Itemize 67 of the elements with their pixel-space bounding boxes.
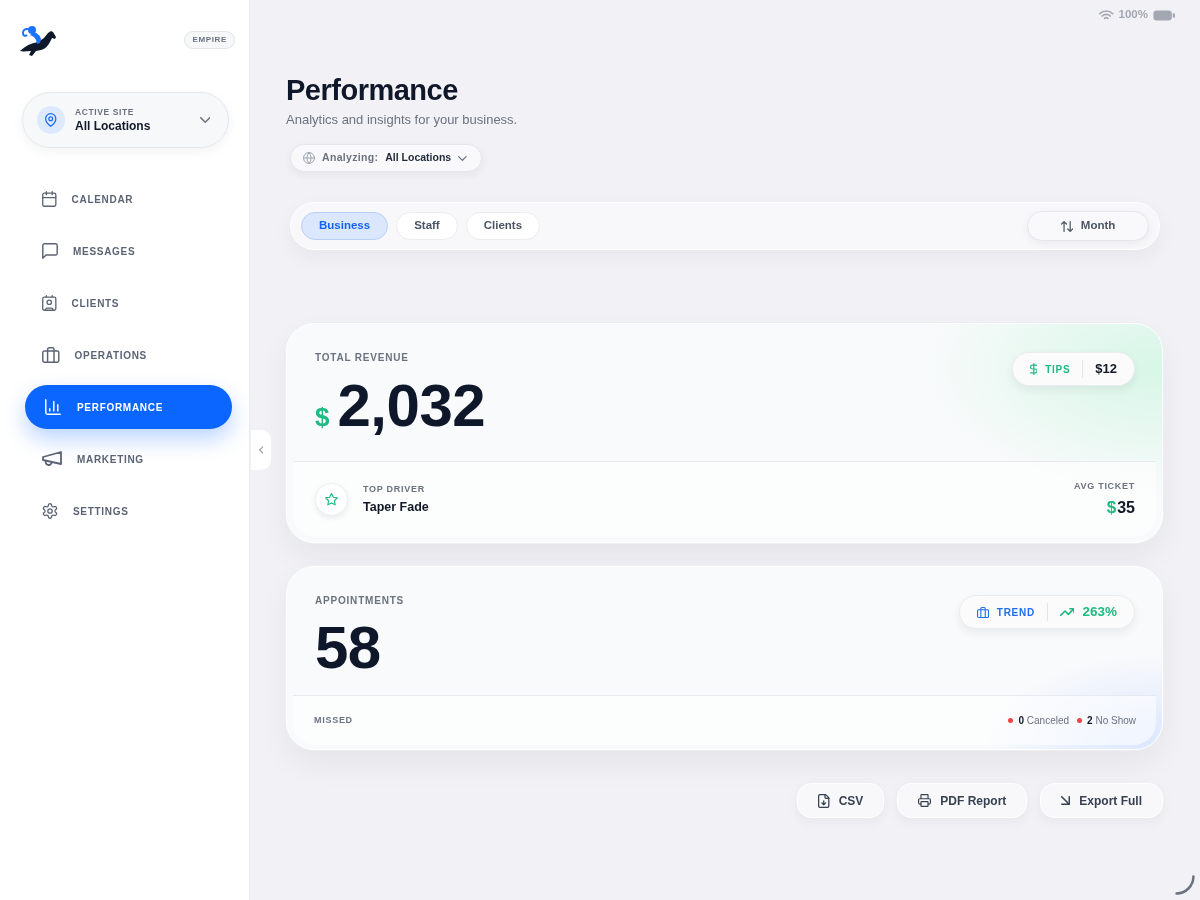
collapse-sidebar-button[interactable] — [251, 430, 271, 470]
appointments-count: 58 — [315, 618, 381, 678]
arc-icon — [1175, 875, 1195, 895]
revenue-amount: 2,032 — [337, 376, 486, 436]
chevron-down-icon — [199, 117, 210, 123]
file-download-icon — [818, 793, 830, 808]
speech-bubble-icon — [42, 243, 58, 259]
card-label: TOTAL REVENUE — [315, 352, 409, 364]
horse-rider-logo-icon — [19, 24, 57, 56]
filter-label: Analyzing: — [322, 150, 379, 166]
globe-icon — [303, 152, 315, 164]
calendar-icon — [42, 191, 57, 207]
missed-label: MISSED — [314, 715, 353, 726]
top-driver-label: TOP DRIVER — [363, 484, 425, 495]
tips-label: TIPS — [1045, 362, 1071, 377]
status-dot-icon — [1077, 718, 1083, 723]
settings-icon — [42, 503, 58, 519]
avg-ticket-currency: $ — [1106, 498, 1117, 518]
missed-count: 0 Canceled — [1018, 714, 1070, 728]
sidebar-nav-item[interactable]: SETTINGS — [42, 501, 129, 521]
status-dot-icon — [1008, 718, 1014, 723]
sidebar-nav-item[interactable]: CALENDAR — [42, 189, 134, 209]
sidebar-nav-item[interactable]: MESSAGES — [42, 241, 136, 261]
tab[interactable]: Clients — [465, 212, 541, 240]
top-driver-name: Taper Fade — [363, 499, 429, 515]
contact-card-icon — [42, 295, 57, 311]
tips-amount: $12 — [1095, 360, 1117, 379]
period-button[interactable]: Month — [1027, 211, 1149, 241]
trending-up-icon — [1059, 608, 1075, 616]
chevron-down-icon — [458, 155, 467, 161]
site-switcher[interactable]: ACTIVE SITE All Locations — [22, 92, 229, 148]
card-label: APPOINTMENTS — [315, 595, 405, 607]
site-label: ACTIVE SITE — [75, 106, 134, 118]
currency-symbol: $ — [315, 402, 330, 432]
avg-ticket-label: AVG TICKET — [1073, 481, 1135, 492]
trend-value: 263% — [1082, 602, 1117, 621]
page-subtitle: Analytics and insights for your business. — [286, 112, 518, 128]
avg-ticket-amount: 35 — [1117, 498, 1135, 518]
battery-percentage: 100% — [1118, 7, 1148, 23]
tab[interactable]: Business — [301, 212, 389, 240]
filter-value: All Locations — [385, 150, 452, 166]
arrow-down-right-icon — [1061, 796, 1071, 805]
printer-icon — [918, 794, 932, 807]
sidebar-nav-item[interactable]: CLIENTS — [42, 293, 120, 313]
sidebar-nav-item[interactable]: PERFORMANCE — [25, 385, 232, 429]
tab[interactable]: Staff — [396, 212, 458, 240]
trend-label: TREND — [996, 605, 1035, 620]
page-title: Performance — [286, 74, 458, 106]
location-pin-icon — [37, 106, 65, 134]
briefcase-icon — [976, 606, 989, 618]
sort-icon — [1060, 220, 1073, 232]
battery-icon — [1153, 9, 1175, 21]
bar-chart-icon — [45, 399, 61, 415]
plan-badge: EMPIRE — [184, 31, 235, 49]
sidebar-nav-item[interactable]: OPERATIONS — [42, 345, 147, 365]
briefcase-icon — [42, 347, 60, 363]
dollar-icon — [1029, 363, 1038, 375]
megaphone-icon — [42, 451, 62, 467]
wifi-icon — [1099, 10, 1114, 20]
export-button[interactable]: Export Full — [1040, 783, 1163, 818]
sidebar-nav-item[interactable]: MARKETING — [42, 449, 144, 469]
missed-count: 2 No Show — [1087, 714, 1136, 728]
export-button[interactable]: PDF Report — [897, 783, 1028, 818]
chevron-left-icon — [258, 446, 264, 454]
location-filter-dropdown[interactable]: Analyzing: All Locations — [290, 144, 482, 172]
site-name: All Locations — [75, 117, 151, 134]
export-button[interactable]: CSV — [797, 783, 885, 818]
